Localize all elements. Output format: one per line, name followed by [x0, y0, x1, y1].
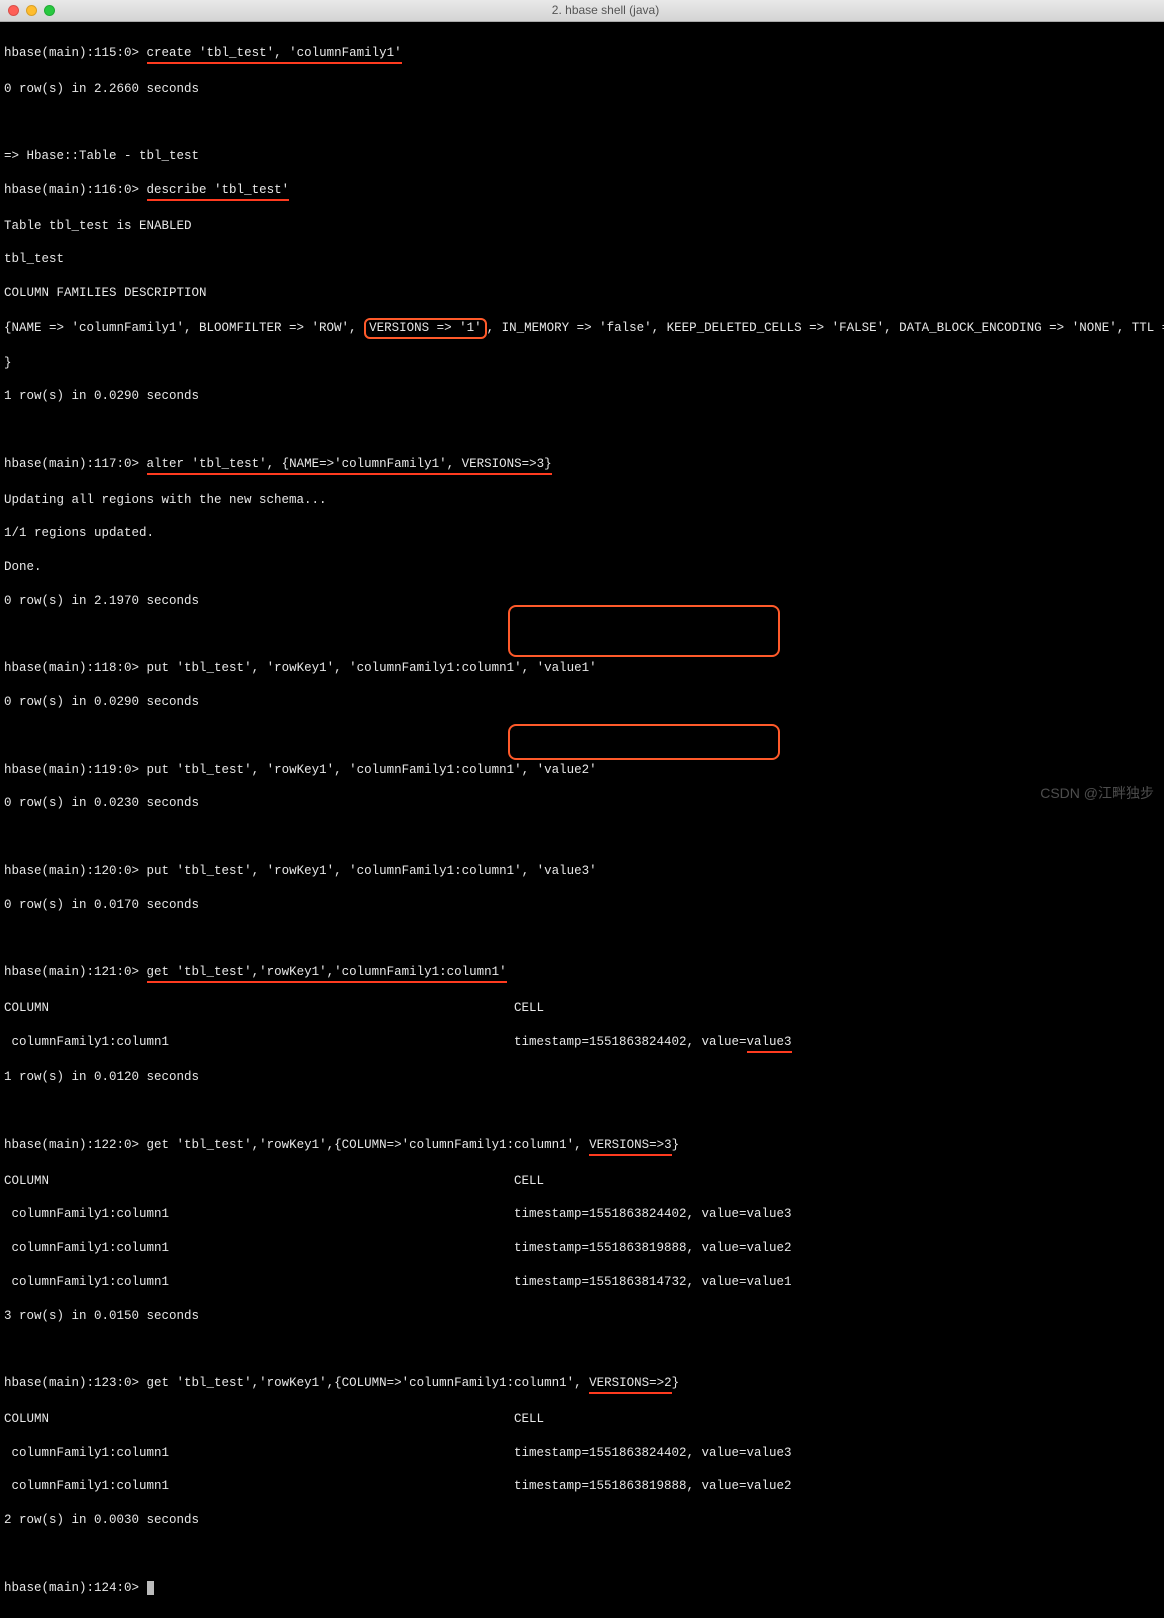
prompt: hbase(main):119:0> [4, 763, 139, 777]
output-line: } [4, 355, 1160, 372]
output-line: Done. [4, 559, 1160, 576]
prompt: hbase(main):120:0> [4, 864, 139, 878]
cell-value: timestamp=1551863824402, value=value3 [514, 1446, 792, 1460]
table-row: columnFamily1:column1 [4, 1274, 514, 1291]
prompt: hbase(main):121:0> [4, 965, 139, 979]
close-icon[interactable] [8, 5, 19, 16]
output-line: 0 row(s) in 2.1970 seconds [4, 593, 1160, 610]
cmd-get: get 'tbl_test','rowKey1',{COLUMN=>'colum… [147, 1376, 590, 1390]
output-line: 2 row(s) in 0.0030 seconds [4, 1512, 1160, 1529]
table-row: columnFamily1:column1 [4, 1240, 514, 1257]
output-line: 0 row(s) in 0.0170 seconds [4, 897, 1160, 914]
cell-value: timestamp=1551863824402, value= [514, 1035, 747, 1049]
versions-highlight: VERSIONS => '1' [364, 318, 487, 339]
versions-arg-highlight: VERSIONS=>3 [589, 1137, 672, 1156]
column-header: COLUMN [4, 1411, 514, 1428]
window-title: 2. hbase shell (java) [552, 2, 659, 18]
output-line: COLUMN FAMILIES DESCRIPTION [4, 285, 1160, 302]
table-row: columnFamily1:column1 [4, 1206, 514, 1223]
window-titlebar: 2. hbase shell (java) [0, 0, 1164, 22]
prompt: hbase(main):124:0> [4, 1581, 139, 1595]
output-line: 1 row(s) in 0.0290 seconds [4, 388, 1160, 405]
desc-part: {NAME => 'columnFamily1', BLOOMFILTER =>… [4, 321, 364, 335]
output-line: Table tbl_test is ENABLED [4, 218, 1160, 235]
traffic-lights [8, 5, 55, 16]
cell-header: CELL [514, 1001, 544, 1015]
prompt: hbase(main):118:0> [4, 661, 139, 675]
cell-header: CELL [514, 1412, 544, 1426]
cmd-put: put 'tbl_test', 'rowKey1', 'columnFamily… [147, 864, 597, 878]
output-line: 1 row(s) in 0.0120 seconds [4, 1069, 1160, 1086]
output-line: 0 row(s) in 0.0230 seconds [4, 795, 1160, 812]
cmd-create: create 'tbl_test', 'columnFamily1' [147, 45, 402, 64]
cell-value: timestamp=1551863819888, value=value2 [514, 1479, 792, 1493]
output-line: 0 row(s) in 2.2660 seconds [4, 81, 1160, 98]
maximize-icon[interactable] [44, 5, 55, 16]
cmd-put: put 'tbl_test', 'rowKey1', 'columnFamily… [147, 763, 597, 777]
table-row: columnFamily1:column1 [4, 1034, 514, 1051]
versions-arg-highlight: VERSIONS=>2 [589, 1375, 672, 1394]
terminal-output[interactable]: hbase(main):115:0> create 'tbl_test', 'c… [0, 22, 1164, 1618]
cmd-get: get 'tbl_test','rowKey1','columnFamily1:… [147, 964, 507, 983]
cursor-icon [147, 1581, 154, 1595]
table-row: columnFamily1:column1 [4, 1478, 514, 1495]
table-row: columnFamily1:column1 [4, 1445, 514, 1462]
cmd-describe: describe 'tbl_test' [147, 182, 290, 201]
output-line: 1/1 regions updated. [4, 525, 1160, 542]
output-line: 3 row(s) in 0.0150 seconds [4, 1308, 1160, 1325]
value-highlight: value3 [747, 1034, 792, 1053]
prompt: hbase(main):116:0> [4, 183, 139, 197]
output-line: Updating all regions with the new schema… [4, 492, 1160, 509]
prompt: hbase(main):117:0> [4, 457, 139, 471]
prompt: hbase(main):122:0> [4, 1138, 139, 1152]
cell-value: timestamp=1551863819888, value=value2 [514, 1241, 792, 1255]
cmd-get: get 'tbl_test','rowKey1',{COLUMN=>'colum… [147, 1138, 590, 1152]
output-line: tbl_test [4, 251, 1160, 268]
cmd-put: put 'tbl_test', 'rowKey1', 'columnFamily… [147, 661, 597, 675]
column-header: COLUMN [4, 1000, 514, 1017]
prompt: hbase(main):115:0> [4, 46, 139, 60]
cell-header: CELL [514, 1174, 544, 1188]
output-line: => Hbase::Table - tbl_test [4, 148, 1160, 165]
desc-part: , IN_MEMORY => 'false', KEEP_DELETED_CEL… [487, 321, 1164, 335]
cmd-alter: alter 'tbl_test', {NAME=>'columnFamily1'… [147, 456, 552, 475]
minimize-icon[interactable] [26, 5, 37, 16]
prompt: hbase(main):123:0> [4, 1376, 139, 1390]
column-header: COLUMN [4, 1173, 514, 1190]
cell-value: timestamp=1551863814732, value=value1 [514, 1275, 792, 1289]
output-line: 0 row(s) in 0.0290 seconds [4, 694, 1160, 711]
cell-value: timestamp=1551863824402, value=value3 [514, 1207, 792, 1221]
